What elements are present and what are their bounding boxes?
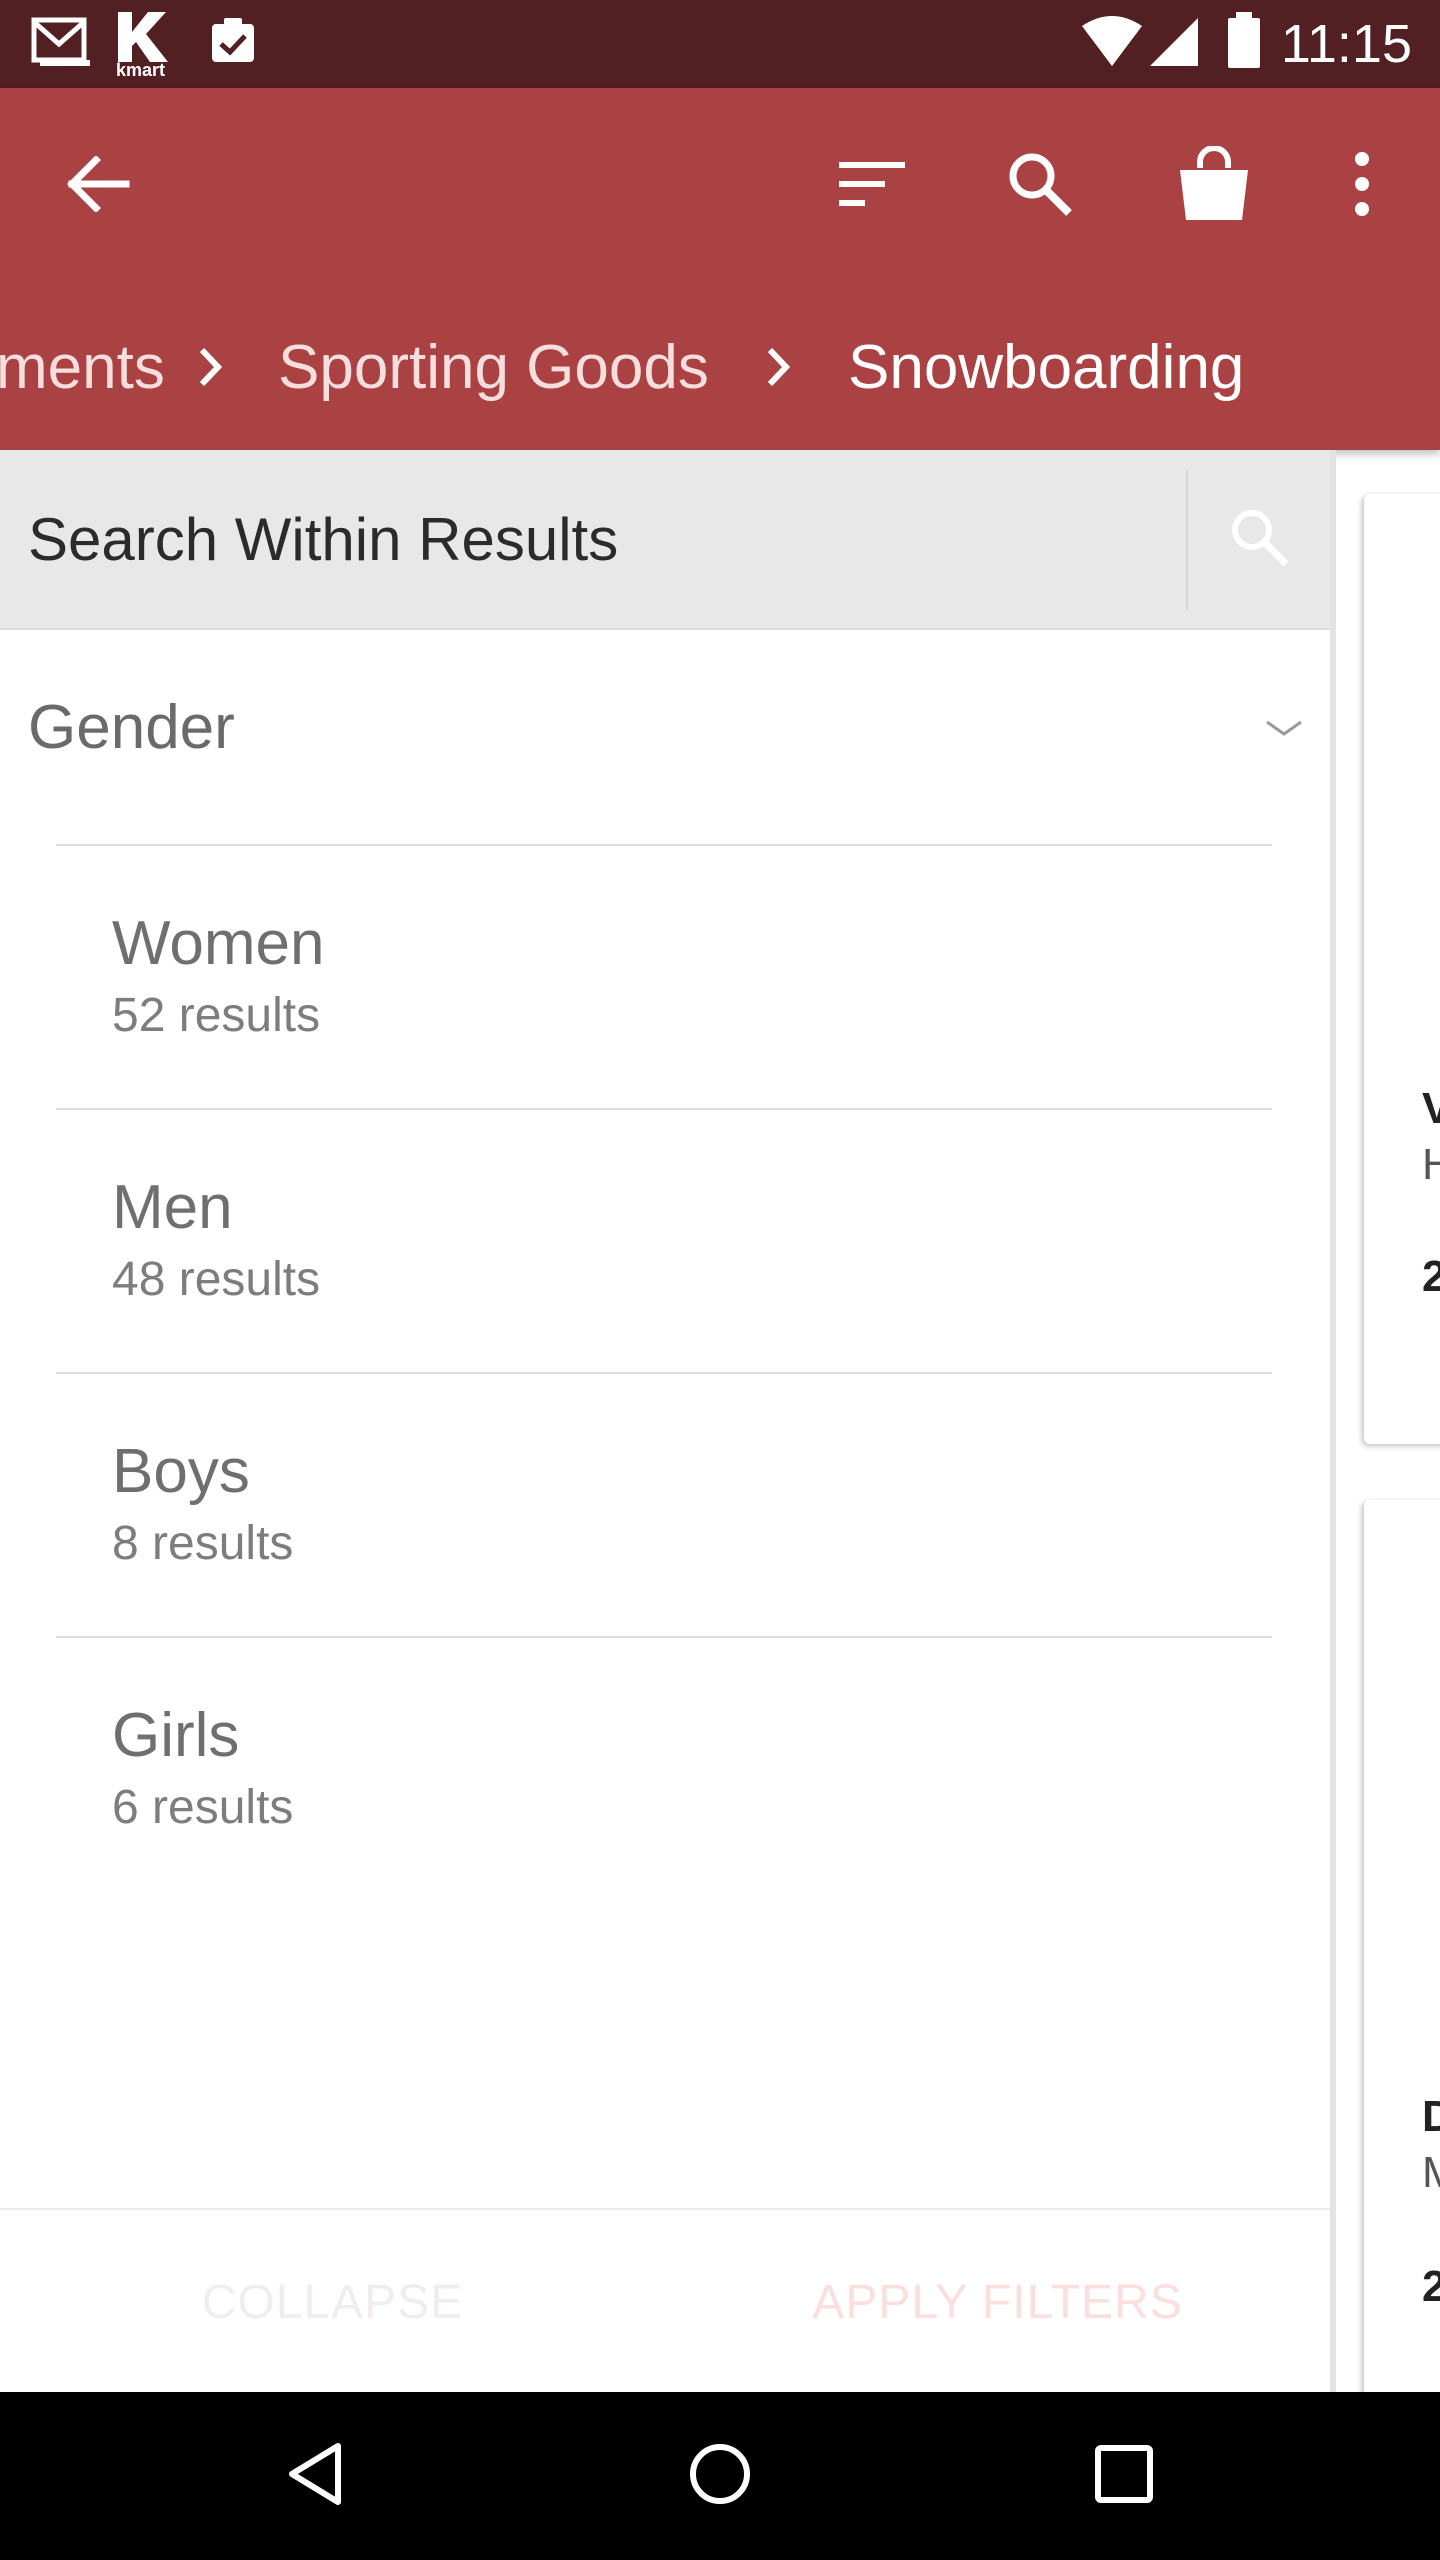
product-card[interactable]: D M 2 — [1364, 1500, 1440, 2400]
option-label: Women — [112, 909, 325, 978]
gender-option-girls[interactable]: Girls 6 results — [56, 1636, 1272, 1902]
wifi-icon — [1080, 16, 1144, 73]
shopping-bag-icon — [1178, 144, 1250, 227]
kmart-icon: kmart — [112, 10, 180, 81]
cart-button[interactable] — [1164, 136, 1264, 236]
breadcrumb-snowboarding: Snowboarding — [848, 333, 1245, 402]
product-price-fragment: 2 — [1422, 2262, 1440, 2311]
home-circle-icon — [688, 2442, 752, 2511]
option-count: 6 results — [112, 1781, 294, 1834]
back-triangle-icon — [286, 2442, 346, 2511]
search-within-results — [0, 450, 1330, 630]
option-count: 8 results — [112, 1517, 294, 1570]
search-within-input[interactable] — [0, 450, 1186, 628]
cell-signal-icon — [1148, 16, 1200, 73]
product-name-fragment: V — [1422, 1084, 1440, 1133]
nav-back-button[interactable] — [266, 2426, 366, 2526]
product-name-fragment: D — [1422, 2092, 1440, 2141]
breadcrumb: ments Sporting Goods Snowboarding — [0, 318, 1440, 418]
search-icon — [1007, 151, 1073, 222]
status-time: 11:15 — [1280, 14, 1412, 74]
option-count: 48 results — [112, 1253, 321, 1306]
product-price-fragment: 2 — [1422, 1252, 1440, 1301]
product-card[interactable]: V H 2 — [1364, 494, 1440, 1444]
chevron-down-icon — [1264, 718, 1304, 745]
search-within-button[interactable] — [1188, 450, 1330, 628]
chevron-right-icon — [196, 344, 226, 395]
collapse-button[interactable]: COLLAPSE — [0, 2210, 665, 2394]
breadcrumb-departments[interactable]: ments — [0, 318, 165, 418]
filter-footer: COLLAPSE APPLY FILTERS — [0, 2208, 1330, 2394]
apply-filters-button[interactable]: APPLY FILTERS — [665, 2210, 1330, 2394]
kmart-label: kmart — [116, 60, 166, 80]
panel-divider — [1330, 450, 1336, 2392]
clipboard-check-icon — [204, 14, 260, 75]
chevron-right-icon — [764, 344, 794, 395]
battery-icon — [1226, 12, 1262, 75]
sort-button[interactable] — [822, 136, 922, 236]
app-bar: ments Sporting Goods Snowboarding — [0, 88, 1440, 450]
option-label: Men — [112, 1173, 233, 1242]
breadcrumb-sporting-goods[interactable]: Sporting Goods — [278, 318, 709, 418]
gender-section-header[interactable]: Gender — [0, 628, 1330, 844]
product-subtitle-fragment: H — [1422, 1140, 1440, 1189]
back-arrow-icon — [66, 154, 130, 217]
filter-panel: Gender Women 52 results Men 48 results B… — [0, 450, 1330, 2394]
nav-recents-button[interactable] — [1074, 2426, 1174, 2526]
nav-home-button[interactable] — [670, 2426, 770, 2526]
back-button[interactable] — [48, 136, 148, 236]
recents-square-icon — [1094, 2444, 1154, 2509]
more-vert-icon — [1354, 151, 1370, 221]
option-count: 52 results — [112, 989, 321, 1042]
gender-title: Gender — [28, 693, 235, 762]
gender-option-men[interactable]: Men 48 results — [56, 1108, 1272, 1374]
gender-option-boys[interactable]: Boys 8 results — [56, 1372, 1272, 1638]
more-options-button[interactable] — [1312, 136, 1412, 236]
gender-option-women[interactable]: Women 52 results — [56, 844, 1272, 1110]
gmail-icon — [30, 14, 94, 75]
option-label: Girls — [112, 1701, 240, 1770]
navigation-bar — [0, 2392, 1440, 2560]
sort-icon — [839, 160, 905, 213]
product-subtitle-fragment: M — [1422, 2148, 1440, 2198]
option-label: Boys — [112, 1437, 250, 1506]
status-bar: kmart 11:15 — [0, 0, 1440, 88]
search-button[interactable] — [990, 136, 1090, 236]
search-icon — [1228, 506, 1290, 573]
